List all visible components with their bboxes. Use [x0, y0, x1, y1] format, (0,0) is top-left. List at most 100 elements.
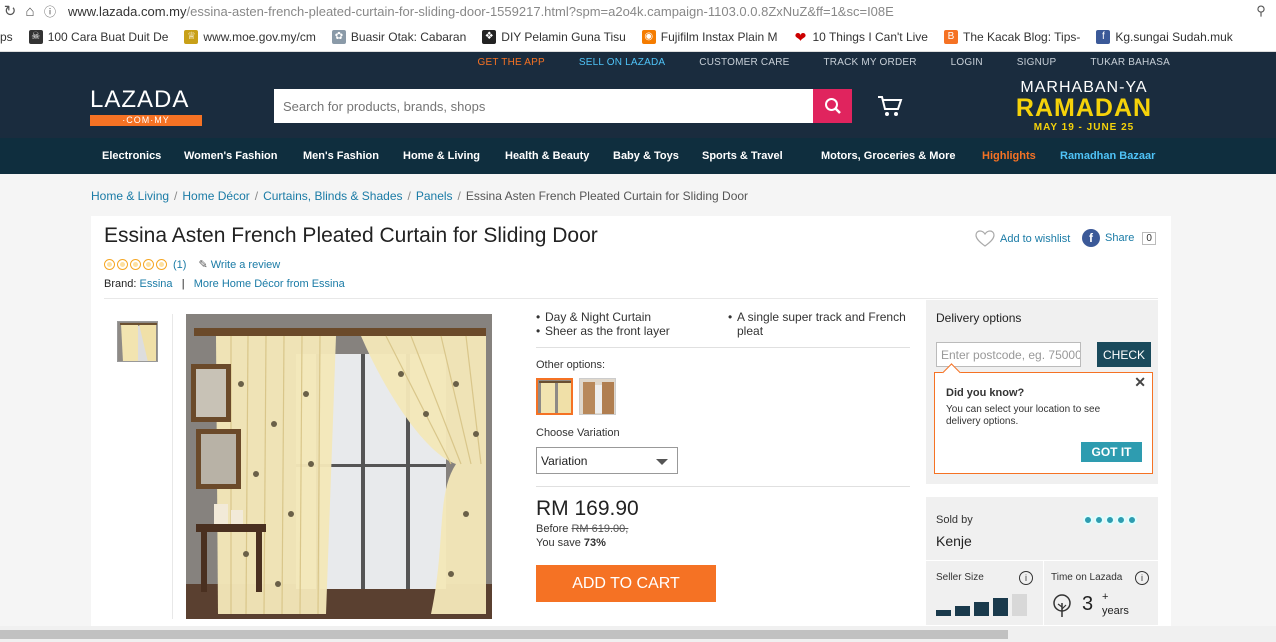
category-nav: Electronics Women's Fashion Men's Fashio… — [0, 138, 1276, 174]
category-mens-fashion[interactable]: Men's Fashion — [303, 150, 379, 162]
brand-separator: | — [181, 278, 185, 290]
got-it-button[interactable]: GOT IT — [1081, 442, 1142, 462]
lazada-logo[interactable]: LAZADA ·COM·MY — [90, 86, 206, 126]
get-app-link[interactable]: GET THE APP — [478, 57, 545, 68]
category-health-beauty[interactable]: Health & Beauty — [505, 150, 589, 162]
wishlist-button[interactable]: Add to wishlist — [975, 230, 1070, 248]
star-icon — [143, 259, 154, 270]
signup-link[interactable]: SIGNUP — [1017, 57, 1057, 68]
wishlist-label: Add to wishlist — [1000, 233, 1071, 245]
category-motors-groceries[interactable]: Motors, Groceries & More — [821, 150, 955, 162]
url-field[interactable]: www.lazada.com.my/essina-asten-french-pl… — [68, 4, 1246, 19]
star-icon — [117, 259, 128, 270]
bookmark-item[interactable]: ◉ Fujifilm Instax Plain M — [634, 29, 786, 44]
tooltip-title: Did you know? — [946, 387, 1025, 399]
variation-label: Choose Variation — [536, 427, 620, 439]
bookmark-item[interactable]: ✿ Buasir Otak: Cabaran — [324, 29, 474, 44]
delivery-title: Delivery options — [936, 311, 1022, 325]
sell-link[interactable]: SELL ON LAZADA — [579, 57, 665, 68]
brand-link[interactable]: Essina — [139, 278, 172, 290]
bookmark-item[interactable]: ❖ DIY Pelamin Guna Tisu — [474, 29, 634, 44]
skull-icon: ☠ — [28, 29, 43, 44]
reload-icon[interactable]: ↻ — [0, 2, 20, 20]
horizontal-scrollbar[interactable] — [0, 626, 1276, 642]
seller-size-bar — [955, 606, 970, 616]
gallery-thumbnail[interactable] — [117, 321, 158, 362]
write-review-link[interactable]: ✎ Write a review — [198, 258, 280, 271]
postcode-input[interactable]: Enter postcode, eg. 75000 — [936, 342, 1081, 367]
product-main-image[interactable] — [186, 314, 492, 619]
category-ramadhan-bazaar[interactable]: Ramadhan Bazaar — [1060, 150, 1155, 162]
check-button[interactable]: CHECK — [1097, 342, 1151, 367]
years-value: 3 — [1082, 593, 1094, 615]
bookmark-label: DIY Pelamin Guna Tisu — [501, 29, 626, 44]
bookmark-label: www.moe.gov.my/cm — [203, 29, 316, 44]
breadcrumb-current: Essina Asten French Pleated Curtain for … — [465, 189, 749, 203]
ramadan-promo-banner[interactable]: MARHABAN-YA RAMADAN MAY 19 - JUNE 25 — [1008, 80, 1160, 133]
share-count: 0 — [1142, 231, 1156, 245]
breadcrumb-home-decor[interactable]: Home Décor — [182, 189, 249, 203]
info-icon[interactable]: ⓘ — [40, 3, 60, 20]
facebook-icon: f — [1096, 29, 1111, 44]
category-highlights[interactable]: Highlights — [982, 150, 1036, 162]
category-baby-toys[interactable]: Baby & Toys — [613, 150, 679, 162]
bookmark-item[interactable]: B The Kacak Blog: Tips- — [936, 29, 1088, 44]
years-label: + years — [1102, 590, 1129, 618]
category-sports-travel[interactable]: Sports & Travel — [702, 150, 783, 162]
track-order-link[interactable]: TRACK MY ORDER — [823, 57, 916, 68]
divider — [104, 298, 1158, 299]
add-to-cart-button[interactable]: ADD TO CART — [536, 565, 716, 602]
rating-count[interactable]: (1) — [173, 259, 186, 271]
star-icon — [1116, 515, 1126, 525]
share-label: Share — [1105, 232, 1135, 244]
language-link[interactable]: TUKAR BAHASA — [1090, 57, 1170, 68]
bookmark-item[interactable]: ☠ 100 Cara Buat Duit De — [21, 29, 177, 44]
category-home-living[interactable]: Home & Living — [403, 150, 480, 162]
search-icon — [824, 98, 841, 114]
facebook-share[interactable]: f Share 0 — [1082, 229, 1156, 247]
cart-icon — [878, 96, 903, 116]
bookmark-label: ps — [0, 29, 13, 44]
bookmark-item[interactable]: f Kg.sungai Sudah.muk — [1088, 29, 1240, 44]
bookmark-item[interactable]: ps — [0, 30, 21, 44]
breadcrumb-curtains[interactable]: Curtains, Blinds & Shades — [263, 189, 402, 203]
home-icon[interactable]: ⌂ — [20, 3, 40, 20]
scrollbar-thumb[interactable] — [0, 630, 1008, 639]
more-from-brand-link[interactable]: More Home Décor from Essina — [194, 278, 345, 290]
original-price-line: Before RM 619.00, — [536, 523, 628, 535]
info-icon[interactable]: i — [1019, 571, 1033, 585]
bookmark-item[interactable]: ♕ www.moe.gov.my/cm — [176, 29, 323, 44]
search-button[interactable] — [813, 89, 852, 123]
search-input[interactable] — [274, 89, 814, 123]
facebook-icon: f — [1082, 229, 1100, 247]
info-icon[interactable]: i — [1135, 571, 1149, 585]
camera-icon: ◉ — [641, 29, 656, 44]
tree-icon — [1053, 594, 1071, 617]
time-on-lazada-label: Time on Lazada — [1051, 572, 1123, 583]
category-electronics[interactable]: Electronics — [102, 150, 161, 162]
option-swatch[interactable] — [579, 378, 616, 415]
variation-select[interactable]: Variation — [536, 447, 678, 474]
category-womens-fashion[interactable]: Women's Fashion — [184, 150, 277, 162]
heart-icon: ❤ — [794, 28, 807, 45]
bookmark-item[interactable]: ❤ 10 Things I Can't Live — [786, 30, 936, 44]
seller-name[interactable]: Kenje — [936, 533, 972, 549]
breadcrumb-panels[interactable]: Panels — [416, 189, 453, 203]
zoom-icon[interactable]: ⚲ — [1246, 3, 1276, 19]
customer-care-link[interactable]: CUSTOMER CARE — [699, 57, 789, 68]
logo-domain: ·COM·MY — [90, 115, 202, 126]
brand-line: Brand: Essina | More Home Décor from Ess… — [104, 278, 345, 290]
option-swatch-selected[interactable] — [536, 378, 573, 415]
seller-size-bars — [936, 590, 1031, 616]
breadcrumb-home-living[interactable]: Home & Living — [91, 189, 169, 203]
promo-line-2: RAMADAN — [1015, 94, 1153, 122]
cart-button[interactable] — [876, 94, 904, 118]
close-icon[interactable]: ✕ — [1134, 374, 1146, 391]
did-you-know-tooltip: ✕ Did you know? You can select your loca… — [934, 372, 1153, 474]
top-links-bar: GET THE APP SELL ON LAZADA CUSTOMER CARE… — [0, 52, 1276, 72]
brand-label: Brand: — [104, 278, 137, 290]
login-link[interactable]: LOGIN — [951, 57, 983, 68]
divider — [926, 560, 1158, 561]
before-label: Before — [536, 523, 569, 535]
option-image — [538, 380, 571, 413]
